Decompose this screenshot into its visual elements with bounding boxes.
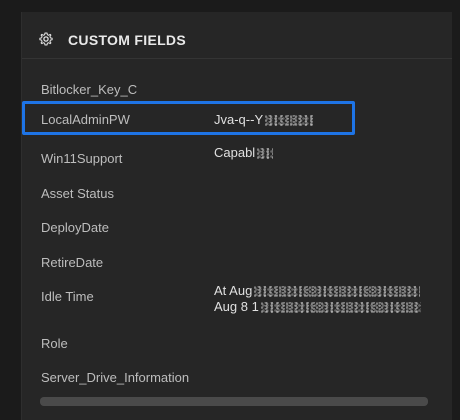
field-label: Bitlocker_Key_C [41,82,138,97]
field-row-server-drive-information: Server_Drive_Information [22,361,452,395]
redaction-blur [260,302,421,314]
redaction-blur [254,286,421,298]
field-row-role: Role [22,327,452,361]
scrollbar-thumb[interactable] [40,397,428,406]
field-label: Server_Drive_Information [41,370,190,385]
field-label: DeployDate [41,220,109,235]
field-label: RetireDate [41,255,104,270]
highlight-box [22,101,355,135]
panel-header: CUSTOM FIELDS [22,12,452,59]
field-value: At Aug Aug 8 1 [214,283,421,315]
custom-fields-panel: CUSTOM FIELDS Bitlocker_Key_C LocalAdmin… [21,12,452,420]
field-label: Asset Status [41,186,114,201]
field-value-text: Capabl [214,145,256,160]
panel-title: CUSTOM FIELDS [68,32,186,48]
field-row-retiredate: RetireDate [22,246,452,280]
field-row-deploydate: DeployDate [22,211,452,245]
field-label: Win11Support [41,151,123,166]
field-label: Idle Time [41,289,94,304]
field-value: Capabl [214,145,274,161]
redaction-blur [257,148,274,160]
field-label: Role [41,336,68,351]
gear-icon [39,32,53,46]
field-value-line-2: Aug 8 1 [214,299,259,314]
horizontal-scrollbar[interactable] [40,397,428,406]
field-row-idle-time: Idle Time At Aug Aug 8 1 [22,280,452,328]
field-row-asset-status: Asset Status [22,177,452,211]
page: CUSTOM FIELDS Bitlocker_Key_C LocalAdmin… [0,0,460,420]
field-row-win11support: Win11Support Capabl [22,142,452,176]
field-value-line-1: At Aug [214,283,253,298]
